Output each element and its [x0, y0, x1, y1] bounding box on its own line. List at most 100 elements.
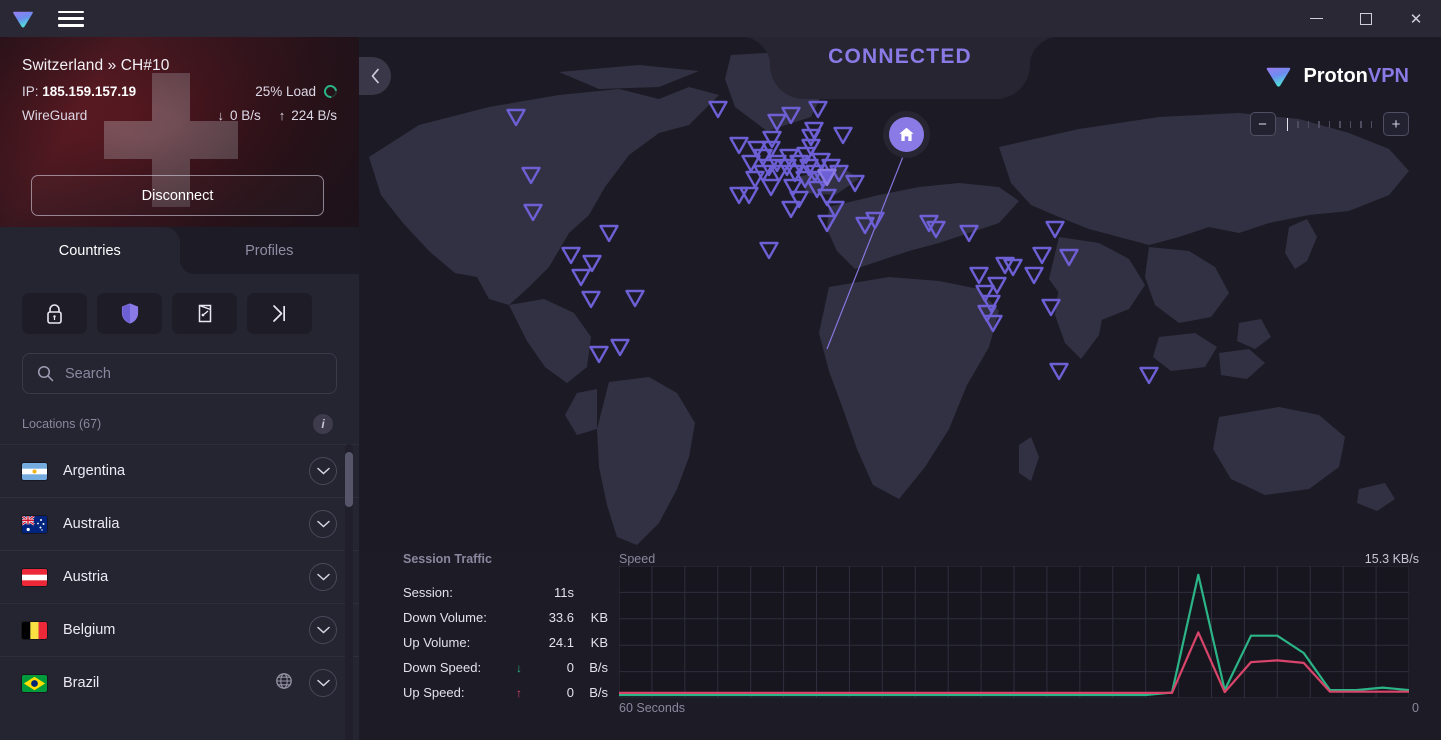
graph-x-left-label: 60 Seconds	[619, 701, 685, 715]
p2p-filter[interactable]	[247, 293, 312, 334]
session-traffic-row: Up Volume: 24.1KB	[403, 630, 618, 655]
proton-logo-icon	[1263, 61, 1294, 92]
tor-icon	[196, 303, 214, 324]
expand-chevron-icon[interactable]	[309, 616, 337, 644]
session-traffic-rows: Session:11s Down Volume: 33.6KB Up Volume: 2…	[403, 580, 618, 705]
lock-icon	[45, 303, 64, 325]
session-row-label: Down Volume:	[403, 610, 508, 625]
session-row-label: Up Volume:	[403, 635, 508, 650]
search-icon	[37, 365, 54, 382]
expand-chevron-icon[interactable]	[309, 510, 337, 538]
country-row-belgium[interactable]: Belgium	[0, 603, 359, 656]
graph-y-max-label: 15.3 KB/s	[1365, 552, 1419, 566]
zoom-tick	[1339, 121, 1341, 128]
hamburger-menu-icon[interactable]	[58, 9, 84, 29]
zoom-tick	[1297, 121, 1299, 128]
download-speed-value: 0 B/s	[230, 108, 261, 123]
globe-icon	[275, 672, 293, 695]
home-node[interactable]	[883, 111, 930, 158]
expand-chevron-icon[interactable]	[309, 669, 337, 697]
protocol-label: WireGuard	[22, 108, 87, 123]
flag-australia	[22, 516, 47, 533]
home-icon	[898, 126, 915, 143]
session-row-arrow-icon: ↓	[508, 661, 530, 675]
zoom-tick	[1371, 121, 1373, 128]
zoom-out-button[interactable]: −	[1250, 112, 1276, 136]
search-input[interactable]	[65, 366, 322, 382]
tor-filter[interactable]	[172, 293, 237, 334]
locations-header: Locations (67) i	[0, 394, 359, 444]
expand-chevron-icon[interactable]	[309, 563, 337, 591]
netshield-filter[interactable]	[97, 293, 162, 334]
session-row-label: Down Speed:	[403, 660, 508, 675]
session-traffic-title: Session Traffic	[403, 552, 618, 566]
zoom-in-button[interactable]: +	[1383, 112, 1409, 136]
filter-buttons	[0, 274, 359, 334]
brand-logo: ProtonVPN	[1263, 61, 1409, 92]
tab-profiles[interactable]: Profiles	[180, 227, 360, 274]
shield-icon	[121, 303, 139, 324]
zoom-tick	[1350, 121, 1352, 128]
session-row-label: Up Speed:	[403, 685, 508, 700]
upload-speed-value: 224 B/s	[291, 108, 337, 123]
session-row-value: 0	[530, 685, 574, 700]
search-box[interactable]	[22, 353, 337, 394]
session-row-value: 24.1	[530, 635, 574, 650]
graph-canvas	[619, 566, 1409, 698]
close-button[interactable]: ✕	[1391, 0, 1441, 37]
minimize-button[interactable]	[1291, 0, 1341, 37]
brand-name-proton: Proton	[1303, 65, 1367, 87]
zoom-tick	[1318, 121, 1320, 128]
zoom-slider[interactable]	[1282, 118, 1378, 131]
country-row-australia[interactable]: Australia	[0, 497, 359, 550]
country-row-argentina[interactable]: Argentina	[0, 444, 359, 497]
ip-label: IP:	[22, 84, 39, 99]
locations-count-label: Locations (67)	[22, 417, 101, 431]
zoom-tick	[1360, 121, 1362, 128]
sidebar-tabs: Countries Profiles	[0, 227, 359, 274]
country-name: Austria	[63, 569, 309, 585]
tab-countries[interactable]: Countries	[0, 227, 180, 274]
connection-status-bubble: CONNECTED	[770, 37, 1030, 99]
session-row-unit: B/s	[574, 660, 608, 675]
load-ring-icon	[321, 82, 339, 100]
download-speed: ↓ 0 B/s	[217, 108, 260, 123]
flag-brazil	[22, 675, 47, 692]
graph-title: Speed	[619, 552, 655, 566]
flag-belgium	[22, 622, 47, 639]
expand-chevron-icon[interactable]	[309, 457, 337, 485]
speed-graph: Speed 15.3 KB/s 60 Seconds 0	[619, 552, 1419, 727]
server-load: 25% Load	[255, 84, 337, 99]
ip-value: 185.159.157.19	[42, 84, 136, 99]
country-row-brazil[interactable]: Brazil	[0, 656, 359, 709]
maximize-button[interactable]	[1341, 0, 1391, 37]
disconnect-button[interactable]: Disconnect	[31, 175, 324, 216]
title-bar: ✕	[0, 0, 1441, 37]
country-name: Brazil	[63, 675, 275, 691]
secure-core-filter[interactable]	[22, 293, 87, 334]
download-arrow-icon: ↓	[217, 109, 224, 122]
upload-arrow-icon: ↑	[279, 109, 286, 122]
session-row-arrow-icon: ↑	[508, 686, 530, 700]
map-zoom-control: − +	[1250, 112, 1410, 136]
country-row-austria[interactable]: Austria	[0, 550, 359, 603]
session-traffic-panel: Session Traffic Session:11s Down Volume: 3…	[403, 552, 618, 705]
window-controls: ✕	[1291, 0, 1441, 37]
zoom-tick	[1329, 121, 1331, 128]
session-row-unit: B/s	[574, 685, 608, 700]
zoom-tick	[1287, 118, 1289, 131]
info-icon[interactable]: i	[313, 414, 333, 434]
load-text: 25% Load	[255, 84, 316, 99]
connection-card: Switzerland » CH#10 IP: 185.159.157.19 2…	[0, 37, 359, 227]
country-name: Australia	[63, 516, 309, 532]
session-traffic-row: Down Speed:↓0B/s	[403, 655, 618, 680]
session-row-value: 33.6	[530, 610, 574, 625]
session-row-value: 0	[530, 660, 574, 675]
session-traffic-row: Session:11s	[403, 580, 618, 605]
country-list: Argentina	[0, 444, 359, 709]
flag-argentina	[22, 463, 47, 480]
flag-austria	[22, 569, 47, 586]
session-traffic-row: Down Volume:33.6KB	[403, 605, 618, 630]
session-row-unit: KB	[574, 635, 608, 650]
scrollbar-thumb[interactable]	[345, 452, 353, 507]
